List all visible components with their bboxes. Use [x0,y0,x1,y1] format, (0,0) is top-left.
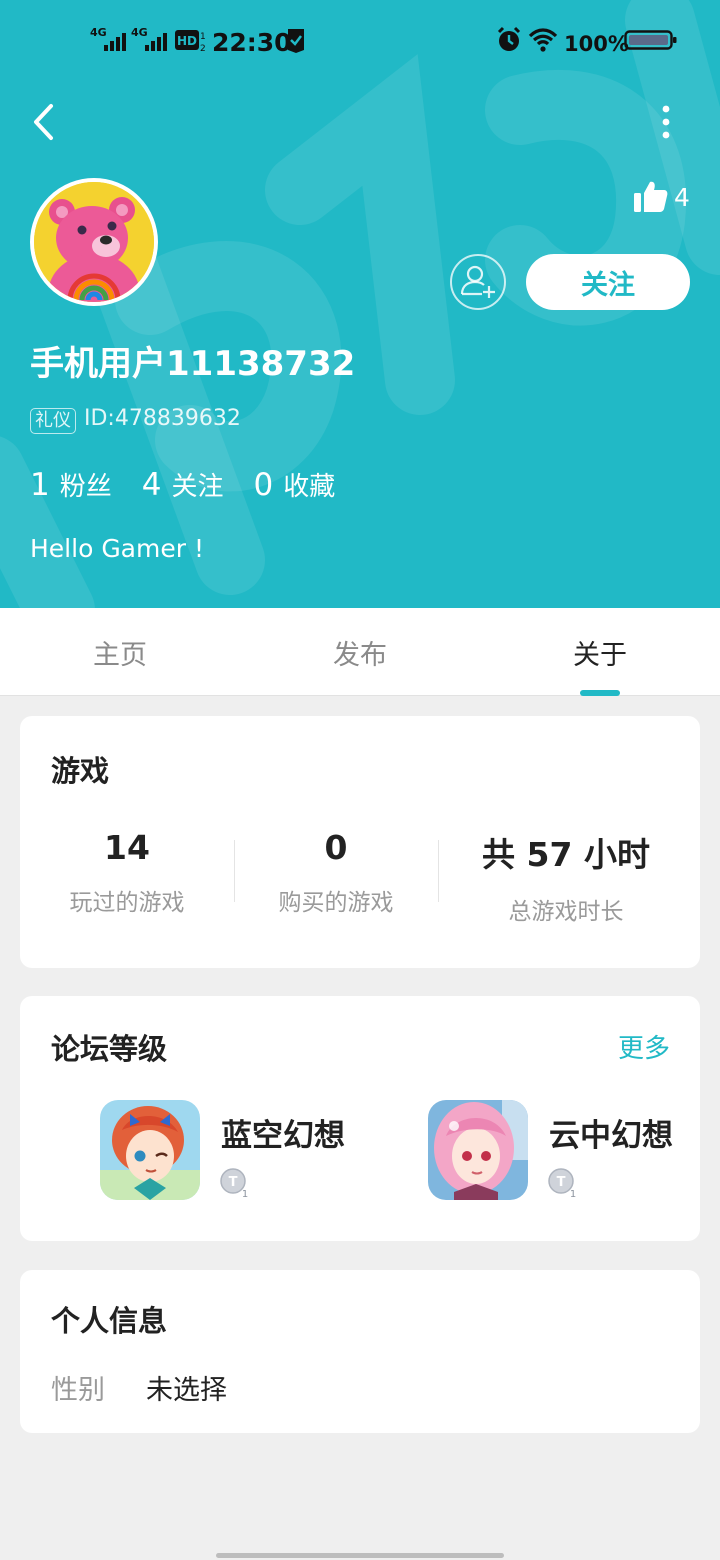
back-arrow-icon[interactable] [26,100,62,144]
more-vertical-icon[interactable] [652,104,680,140]
forum-level-card: 论坛等级 更多 蓝空幻想 T 1 云中幻想 T 1 [20,996,700,1241]
forum-card-title: 论坛等级 [51,1032,168,1066]
game-icon[interactable] [428,1100,528,1200]
total-playtime-label: 总游戏时长 [508,899,624,925]
svg-text:2: 2 [200,44,206,54]
thumbs-up-icon[interactable] [632,180,668,214]
like-count: 4 [674,183,690,212]
favorites-count[interactable]: 0 [254,467,274,503]
status-bar: 4G 4G HD 1 2 22:30 100% [0,0,720,80]
follow-button[interactable]: 关注 [526,254,690,310]
game-icon[interactable] [100,1100,200,1200]
user-bio: Hello Gamer ! [30,534,204,563]
signal-icon: 4G [131,22,169,58]
profile-stats: 1 粉丝 4 关注 0 收藏 [30,466,365,510]
home-indicator[interactable] [216,1553,504,1558]
played-games-stat[interactable]: 14 玩过的游戏 [20,828,234,928]
level-badge-icon: T 1 [220,1168,250,1200]
profile-header: 4G 4G HD 1 2 22:30 100% 4 关注 手机用户1113873… [0,0,720,608]
svg-text:1: 1 [242,1189,248,1198]
total-playtime-value: 共 57 小时 [482,835,650,874]
tab-about[interactable]: 关于 [480,608,720,696]
svg-text:1: 1 [570,1189,576,1198]
battery-icon [624,22,678,58]
gender-label: 性别 [51,1375,105,1406]
games-card-title: 游戏 [51,754,110,788]
personal-info-title: 个人信息 [51,1304,168,1338]
favorites-label[interactable]: 收藏 [283,466,335,503]
add-friend-button[interactable] [450,254,506,310]
gender-value: 未选择 [146,1375,227,1406]
hd-label: HD [177,34,197,48]
games-card: 游戏 14 玩过的游戏 0 购买的游戏 共 57 小时 总游戏时长 [20,716,700,968]
game-name[interactable]: 蓝空幻想 [221,1110,345,1155]
shield-check-icon [286,22,306,58]
user-id: ID:478839632 [84,406,241,431]
purchased-games-value: 0 [324,828,348,867]
active-tab-indicator [580,690,620,696]
tab-posts[interactable]: 发布 [240,608,480,696]
signal-label-2: 4G [131,26,148,39]
etiquette-badge: 礼仪 [30,408,76,434]
alarm-icon [496,22,522,58]
battery-percent: 100% [564,32,629,56]
hd-icon: HD 1 2 [174,22,208,58]
username: 手机用户11138732 [30,344,356,384]
add-user-icon [460,265,495,298]
more-link[interactable]: 更多 [618,1028,670,1065]
following-count[interactable]: 4 [142,467,162,503]
played-games-label: 玩过的游戏 [69,890,185,916]
signal-label-1: 4G [90,26,107,39]
svg-text:1: 1 [200,32,206,42]
following-label[interactable]: 关注 [171,466,223,503]
purchased-games-label: 购买的游戏 [278,890,394,916]
game-name[interactable]: 云中幻想 [549,1110,673,1155]
profile-tabs: 主页 发布 关于 [0,608,720,696]
avatar[interactable] [30,178,158,306]
followers-label[interactable]: 粉丝 [60,466,112,503]
signal-icon: 4G [90,22,128,58]
purchased-games-stat[interactable]: 0 购买的游戏 [234,828,438,928]
status-time: 22:30 [212,27,292,57]
wifi-icon [528,22,558,58]
svg-text:T: T [229,1175,238,1190]
tab-home[interactable]: 主页 [0,608,240,696]
svg-text:T: T [557,1175,566,1190]
followers-count[interactable]: 1 [30,467,50,503]
level-badge-icon: T 1 [548,1168,578,1200]
played-games-value: 14 [104,828,150,867]
total-playtime-stat[interactable]: 共 57 小时 总游戏时长 [438,828,694,928]
personal-info-card: 个人信息 性别 未选择 [20,1270,700,1433]
